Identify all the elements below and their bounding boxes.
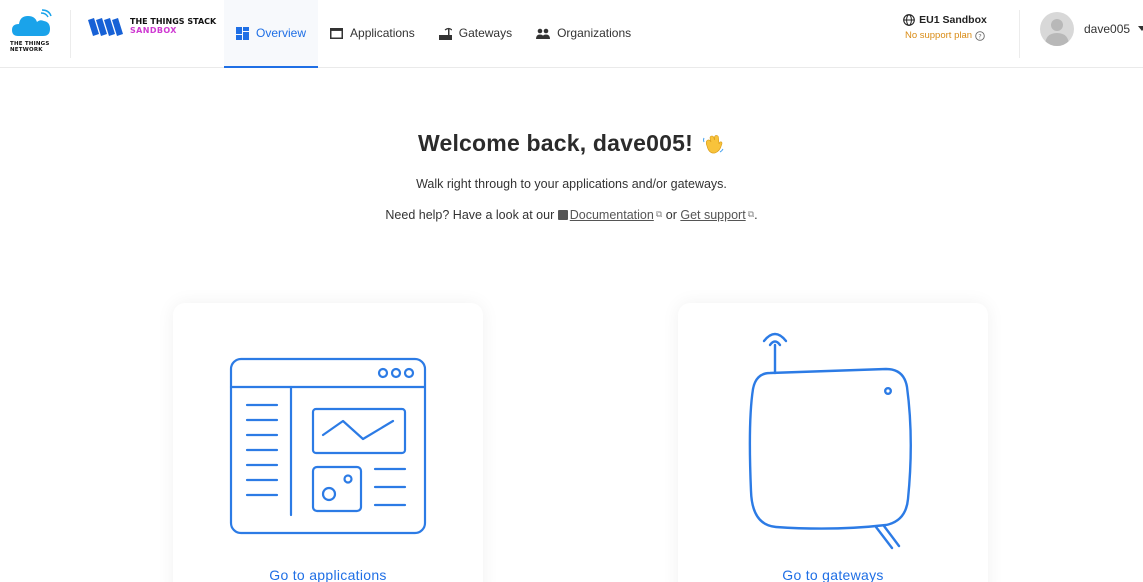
- welcome-title-text: Welcome back, dave005!: [417, 130, 693, 156]
- dashboard-icon: [236, 26, 249, 40]
- nav-gateways[interactable]: Gateways: [427, 0, 524, 66]
- applications-card[interactable]: Go to applications: [173, 303, 483, 582]
- external-link-icon: ⧉: [655, 209, 663, 219]
- welcome-title: Welcome back, dave005!: [0, 130, 1143, 159]
- application-window-illustration: [229, 357, 427, 535]
- avatar: [1040, 12, 1074, 46]
- cluster-selector[interactable]: EU1 Sandbox No support plan ?: [895, 14, 995, 41]
- gateway-device-illustration: [748, 332, 912, 550]
- support-plan-label: No support plan: [904, 30, 973, 41]
- go-to-gateways-link[interactable]: Go to gateways: [678, 567, 988, 582]
- cluster-name-label: EU1 Sandbox: [919, 14, 987, 26]
- nav-applications[interactable]: Applications: [318, 0, 427, 66]
- documentation-link[interactable]: Documentation: [570, 208, 654, 222]
- tts-stack-icon: [88, 18, 123, 36]
- help-prefix: Need help? Have a look at our: [385, 208, 555, 222]
- people-icon: [536, 28, 551, 39]
- main-nav: Overview Applications Gateways Organizat…: [224, 0, 643, 68]
- nav-applications-label: Applications: [350, 26, 415, 40]
- globe-icon: [903, 14, 916, 26]
- gateways-card[interactable]: Go to gateways: [678, 303, 988, 582]
- book-icon: [557, 210, 568, 220]
- cloud-logo-icon: [12, 9, 52, 36]
- support-plan[interactable]: No support plan ?: [895, 30, 995, 41]
- nav-gateways-label: Gateways: [458, 26, 513, 40]
- user-avatar-icon: [1045, 19, 1069, 46]
- go-to-applications-link[interactable]: Go to applications: [173, 567, 483, 582]
- help-line: Need help? Have a look at our Documentat…: [0, 208, 1143, 222]
- the-things-network-logo[interactable]: THE THINGS NETWORK: [10, 8, 58, 60]
- nav-organizations-label: Organizations: [557, 26, 632, 40]
- or-text: or: [665, 208, 677, 222]
- nav-overview-label: Overview: [256, 26, 307, 40]
- waving-hand-icon: [701, 132, 725, 159]
- chevron-down-icon: [1138, 26, 1143, 31]
- top-navigation-bar: THE THINGS NETWORK THE THINGS STACK SAND…: [0, 0, 1143, 68]
- user-menu[interactable]: dave005: [1040, 12, 1143, 46]
- tts-title: THE THINGS STACK: [130, 17, 217, 26]
- ttn-logo-line2: NETWORK: [10, 47, 43, 53]
- window-icon: [330, 27, 344, 39]
- header-divider-right: [1019, 10, 1020, 58]
- router-icon: [438, 27, 452, 40]
- help-icon: ?: [975, 30, 985, 41]
- nav-organizations[interactable]: Organizations: [524, 0, 643, 66]
- help-suffix: .: [754, 208, 758, 222]
- ttn-logo-text: THE THINGS NETWORK: [10, 41, 58, 53]
- the-things-stack-logo[interactable]: THE THINGS STACK SANDBOX: [86, 14, 216, 40]
- username: dave005: [1084, 22, 1131, 36]
- get-support-link[interactable]: Get support: [680, 208, 745, 222]
- welcome-subtitle: Walk right through to your applications …: [416, 177, 727, 191]
- cluster-name: EU1 Sandbox: [895, 14, 995, 26]
- header-divider: [70, 10, 71, 58]
- tts-sandbox-label: SANDBOX: [130, 26, 177, 35]
- svg-text:?: ?: [978, 32, 981, 40]
- nav-overview[interactable]: Overview: [224, 0, 319, 68]
